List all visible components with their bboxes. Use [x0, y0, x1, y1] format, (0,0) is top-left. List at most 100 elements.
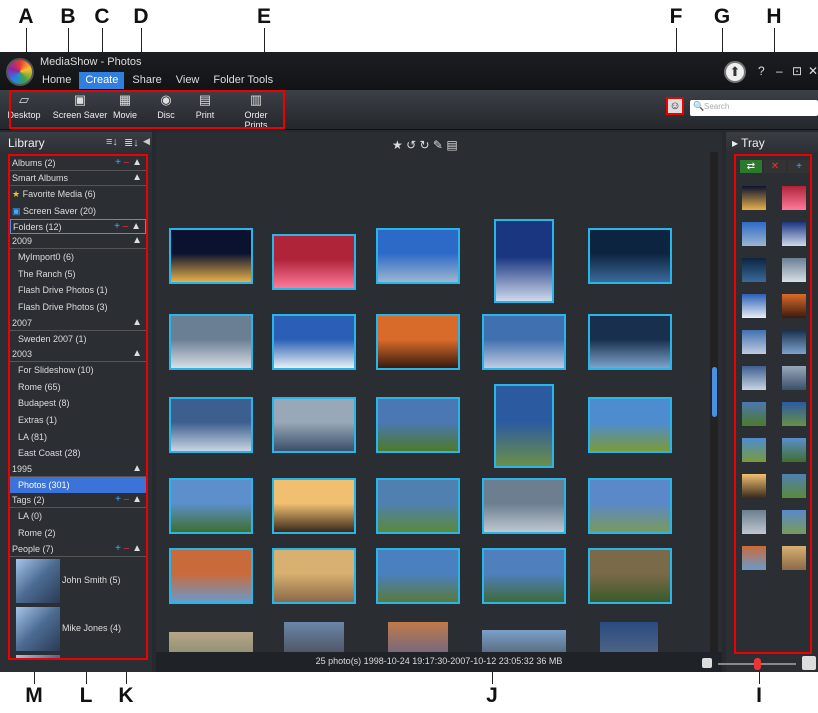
person-item[interactable]: Mike Jones (4)	[10, 605, 146, 653]
section-controls[interactable]: ▲	[132, 463, 142, 474]
section-controls[interactable]: ▲	[132, 348, 142, 359]
collapse-panel-icon[interactable]: ◀	[143, 136, 150, 147]
zoom-slider[interactable]	[700, 656, 818, 672]
photo-thumbnail[interactable]	[169, 228, 253, 284]
library-item[interactable]: Flash Drive Photos (1)	[10, 282, 146, 299]
minimize-button[interactable]: –	[776, 64, 783, 78]
tray-thumbnail[interactable]	[742, 546, 766, 570]
tray-thumbnail[interactable]	[782, 186, 806, 210]
rotate-left-icon[interactable]: ↺	[406, 138, 416, 152]
photo-thumbnail[interactable]	[272, 234, 356, 290]
photo-thumbnail[interactable]	[482, 478, 566, 534]
photo-thumbnail[interactable]	[272, 548, 356, 604]
folder-icon[interactable]: ▤	[446, 138, 457, 152]
photo-thumbnail[interactable]	[169, 478, 253, 534]
sort-icon[interactable]: ≡↓	[106, 136, 118, 148]
tray-thumbnail[interactable]	[742, 510, 766, 534]
tray-send-icon[interactable]: ⇄	[740, 160, 762, 173]
photo-thumbnail[interactable]	[588, 478, 672, 534]
tray-thumbnail[interactable]	[782, 330, 806, 354]
photo-thumbnail[interactable]	[272, 478, 356, 534]
menu-home[interactable]: Home	[36, 72, 77, 89]
section-controls[interactable]: ▲	[132, 235, 142, 246]
section-controls[interactable]: + – ▲	[114, 221, 141, 232]
library-section[interactable]: 1995 ▲	[10, 462, 146, 477]
section-controls[interactable]: + – ▲	[115, 543, 142, 554]
library-section[interactable]: 2003 ▲	[10, 347, 146, 363]
view-options-icon[interactable]: ≣↓	[124, 136, 139, 149]
tray-thumbnail[interactable]	[742, 438, 766, 462]
photo-thumbnail[interactable]	[376, 548, 460, 604]
library-section[interactable]: Smart Albums ▲	[10, 171, 146, 186]
menu-create[interactable]: Create	[79, 72, 125, 89]
library-item[interactable]: ▣ Screen Saver (20)	[10, 203, 146, 220]
search-input[interactable]: 🔍 Search	[690, 100, 818, 116]
photo-thumbnail[interactable]	[482, 548, 566, 604]
library-item[interactable]: Budapest (8)	[10, 395, 146, 412]
photo-thumbnail[interactable]	[169, 314, 253, 370]
library-section[interactable]: People (7) + – ▲	[10, 542, 146, 557]
photo-thumbnail[interactable]	[494, 384, 554, 468]
photo-thumbnail[interactable]	[588, 397, 672, 453]
tray-thumbnail[interactable]	[742, 402, 766, 426]
photo-thumbnail[interactable]	[272, 397, 356, 453]
tray-thumbnail[interactable]	[742, 186, 766, 210]
library-item[interactable]: Sweden 2007 (1)	[10, 331, 146, 348]
section-controls[interactable]: ▲	[132, 172, 142, 183]
upgrade-icon[interactable]: ⬆	[724, 61, 746, 83]
menu-share[interactable]: Share	[126, 72, 167, 89]
photo-thumbnail[interactable]	[376, 397, 460, 453]
close-button[interactable]: ✕	[808, 64, 818, 78]
grid-scroll-thumb[interactable]	[712, 367, 717, 417]
app-logo-icon[interactable]	[6, 58, 34, 86]
library-item[interactable]: Rome (65)	[10, 379, 146, 396]
photo-thumbnail[interactable]	[169, 548, 253, 604]
menu-view[interactable]: View	[170, 72, 206, 89]
person-item[interactable]: John Smith (5)	[10, 557, 146, 605]
photo-thumbnail[interactable]	[376, 478, 460, 534]
maximize-button[interactable]: ⊡	[792, 64, 802, 78]
section-controls[interactable]: + – ▲	[115, 494, 142, 505]
library-item[interactable]: Extras (1)	[10, 412, 146, 429]
photo-thumbnail[interactable]	[482, 314, 566, 370]
library-section[interactable]: Folders (12) + – ▲	[10, 219, 146, 235]
tray-thumbnail[interactable]	[742, 222, 766, 246]
library-section[interactable]: 2007 ▲	[10, 316, 146, 331]
section-controls[interactable]: ▲	[132, 317, 142, 328]
photo-thumbnail[interactable]	[376, 314, 460, 370]
library-item[interactable]: Flash Drive Photos (3)	[10, 299, 146, 316]
library-item[interactable]: MyImport0 (6)	[10, 249, 146, 266]
zoom-handle[interactable]	[754, 658, 761, 670]
small-thumb-icon[interactable]	[702, 658, 712, 668]
tray-remove-icon[interactable]: ✕	[764, 160, 786, 173]
tray-thumbnail[interactable]	[782, 546, 806, 570]
library-item[interactable]: Rome (2)	[10, 525, 146, 542]
photo-thumbnail[interactable]	[588, 314, 672, 370]
photo-thumbnail[interactable]	[588, 228, 672, 284]
library-item[interactable]: LA (0)	[10, 508, 146, 525]
tray-thumbnail[interactable]	[742, 294, 766, 318]
tray-thumbnail[interactable]	[742, 474, 766, 498]
photo-thumbnail[interactable]	[588, 548, 672, 604]
section-controls[interactable]: + – ▲	[115, 157, 142, 168]
tray-thumbnail[interactable]	[742, 258, 766, 282]
library-item[interactable]: East Coast (28)	[10, 445, 146, 462]
library-item[interactable]: Photos (301)	[10, 476, 146, 494]
large-thumb-icon[interactable]	[802, 656, 816, 670]
edit-icon[interactable]: ✎	[433, 138, 443, 152]
help-button[interactable]: ?	[758, 64, 765, 78]
tray-thumbnail[interactable]	[782, 222, 806, 246]
photo-thumbnail[interactable]	[169, 397, 253, 453]
library-section[interactable]: 2009 ▲	[10, 234, 146, 250]
tray-thumbnail[interactable]	[782, 510, 806, 534]
menu-folder-tools[interactable]: Folder Tools	[207, 72, 279, 89]
library-item[interactable]: LA (81)	[10, 429, 146, 446]
library-section[interactable]: Albums (2) + – ▲	[10, 156, 146, 171]
library-item[interactable]: ★ Favorite Media (6)	[10, 186, 146, 203]
photo-thumbnail[interactable]	[272, 314, 356, 370]
tray-thumbnail[interactable]	[742, 366, 766, 390]
tray-add-icon[interactable]: +	[788, 160, 810, 173]
tray-thumbnail[interactable]	[782, 366, 806, 390]
photo-thumbnail[interactable]	[376, 228, 460, 284]
person-item[interactable]: Chris White (5)	[10, 653, 146, 658]
